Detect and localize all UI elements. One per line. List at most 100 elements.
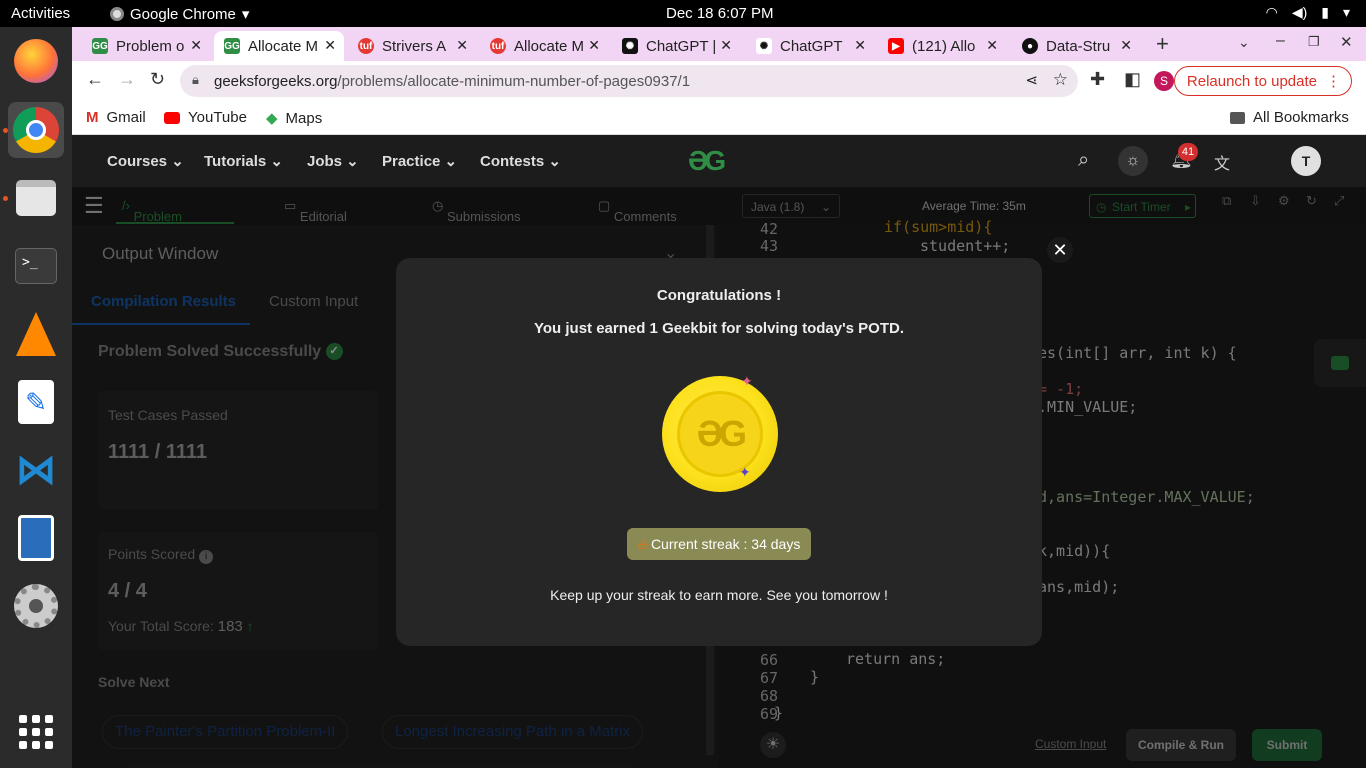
document-viewer-icon[interactable] xyxy=(8,510,64,566)
close-icon[interactable]: ✕ xyxy=(720,37,732,54)
close-icon[interactable]: ✕ xyxy=(986,37,998,54)
close-icon[interactable]: ✕ xyxy=(190,37,202,54)
theme-toggle-icon[interactable]: ☼ xyxy=(1118,146,1148,176)
browser-toolbar: ← → ↻ 🔒︎ geeksforgeeks.org/problems/allo… xyxy=(72,61,1366,101)
battery-icon: ▮ xyxy=(1321,4,1329,20)
window-close-button[interactable]: ✕ xyxy=(1340,33,1353,51)
chrome-icon xyxy=(110,7,124,21)
maps-icon: ◆ xyxy=(266,110,278,127)
nav-courses[interactable]: Courses ⌄ xyxy=(107,152,184,170)
modal-title: Congratulations ! xyxy=(656,287,782,304)
address-bar[interactable]: 🔒︎ geeksforgeeks.org/problems/allocate-m… xyxy=(180,65,1078,97)
gmail-icon: M xyxy=(86,109,99,126)
tab-5[interactable]: ✺ ChatGPT ✕ xyxy=(746,31,874,61)
notification-badge: 41 xyxy=(1178,143,1198,161)
text-editor-icon[interactable]: ✎ xyxy=(8,374,64,430)
clock[interactable]: Dec 18 6:07 PM xyxy=(666,5,774,22)
site-header: Courses ⌄ Tutorials ⌄ Jobs ⌄ Practice ⌄ … xyxy=(72,135,1366,187)
streak-badge: 🔥︎ Current streak : 34 days xyxy=(627,528,811,560)
firefox-icon[interactable] xyxy=(8,33,64,89)
system-top-bar: Activities Google Chrome ▾ Dec 18 6:07 P… xyxy=(0,0,1366,27)
chrome-icon[interactable] xyxy=(8,102,64,158)
all-bookmarks[interactable]: All Bookmarks xyxy=(1230,109,1349,126)
translate-icon[interactable]: 文 xyxy=(1214,150,1230,174)
extensions-icon[interactable]: ✚ xyxy=(1090,69,1105,90)
volume-icon: ◀) xyxy=(1291,4,1308,20)
tab-search-button[interactable]: ⌄ xyxy=(1238,34,1250,51)
nav-practice[interactable]: Practice ⌄ xyxy=(382,152,457,170)
tuf-favicon-icon: tuf xyxy=(358,38,374,54)
close-icon[interactable]: ✕ xyxy=(324,37,336,54)
tab-4[interactable]: ✺ ChatGPT | ✕ xyxy=(612,31,740,61)
search-icon[interactable]: ⌕ xyxy=(1078,149,1089,172)
bookmark-gmail[interactable]: M Gmail xyxy=(86,109,146,126)
system-tray[interactable]: ◠ ◀) ▮ ▾ xyxy=(1266,4,1350,21)
user-avatar[interactable]: T xyxy=(1291,146,1321,176)
chevron-down-icon: ▾ xyxy=(1342,4,1350,20)
side-panel-icon[interactable]: ◧ xyxy=(1124,69,1141,90)
maximize-button[interactable]: ❐ xyxy=(1308,34,1320,50)
sparkle-icon: ✦ xyxy=(739,464,751,480)
new-tab-button[interactable]: + xyxy=(1156,31,1169,57)
reload-icon[interactable]: ↻ xyxy=(150,69,165,90)
url-path: /problems/allocate-minimum-number-of-pag… xyxy=(337,72,691,90)
wifi-icon: ◠ xyxy=(1265,4,1278,20)
tab-6[interactable]: ▶ (121) Allo ✕ xyxy=(878,31,1006,61)
show-apps-icon[interactable] xyxy=(8,704,64,760)
gfg-favicon-icon: GG xyxy=(224,38,240,54)
chevron-down-icon: ▾ xyxy=(241,6,250,23)
tab-0[interactable]: GG Problem o ✕ xyxy=(82,31,210,61)
back-icon[interactable]: ← xyxy=(86,69,104,90)
close-icon[interactable]: ✕ xyxy=(456,37,468,54)
profile-avatar[interactable]: S xyxy=(1154,71,1174,91)
fire-icon: 🔥︎ xyxy=(637,535,648,552)
sparkle-icon: ✦ xyxy=(741,373,753,389)
modal-subtitle: You just earned 1 Geekbit for solving to… xyxy=(533,320,905,337)
youtube-icon xyxy=(164,111,180,124)
terminal-icon[interactable]: >_ xyxy=(8,238,64,294)
tab-2[interactable]: tuf Strivers A ✕ xyxy=(348,31,476,61)
close-icon[interactable]: ✕ xyxy=(854,37,866,54)
files-icon[interactable] xyxy=(8,170,64,226)
gfg-favicon-icon: GG xyxy=(92,38,108,54)
bookmark-maps[interactable]: ◆ Maps xyxy=(266,109,322,128)
vscode-icon[interactable]: ⋈ xyxy=(8,442,64,498)
bookmarks-bar: M Gmail YouTube ◆ Maps All Bookmarks xyxy=(72,101,1366,135)
chatgpt-favicon-icon: ✺ xyxy=(756,38,772,54)
settings-icon[interactable] xyxy=(8,578,64,634)
modal-footer-text: Keep up your streak to earn more. See yo… xyxy=(550,587,888,603)
youtube-favicon-icon: ▶ xyxy=(888,38,904,54)
dock: >_ ✎ ⋈ xyxy=(0,27,72,768)
nav-jobs[interactable]: Jobs ⌄ xyxy=(307,152,359,170)
github-favicon-icon: ● xyxy=(1022,38,1038,54)
geekbit-coin-icon: ƏG xyxy=(662,376,778,492)
potd-modal: Congratulations ! You just earned 1 Geek… xyxy=(396,258,1042,646)
chatgpt-favicon-icon: ✺ xyxy=(622,38,638,54)
bookmark-youtube[interactable]: YouTube xyxy=(164,109,247,126)
app-name: Google Chrome xyxy=(130,5,236,23)
relaunch-label: Relaunch to update xyxy=(1186,72,1317,90)
vlc-icon[interactable] xyxy=(8,306,64,362)
lock-icon: 🔒︎ xyxy=(192,72,199,87)
tuf-favicon-icon: tuf xyxy=(490,38,506,54)
close-icon[interactable]: ✕ xyxy=(588,37,600,54)
relaunch-button[interactable]: Relaunch to update ⋮ xyxy=(1173,66,1352,96)
forward-icon[interactable]: → xyxy=(118,69,136,90)
tab-1[interactable]: GG Allocate M ✕ xyxy=(214,31,344,61)
bookmark-star-icon[interactable]: ☆ xyxy=(1053,70,1068,90)
browser-window: GG Problem o ✕ GG Allocate M ✕ tuf Strivers A… xyxy=(72,27,1366,135)
close-icon[interactable]: ✕ xyxy=(1047,237,1073,263)
close-icon[interactable]: ✕ xyxy=(1120,37,1132,54)
minimize-button[interactable]: – xyxy=(1276,32,1285,50)
activities-button[interactable]: Activities xyxy=(11,5,70,22)
app-menu[interactable]: Google Chrome ▾ xyxy=(110,5,249,23)
url-domain: geeksforgeeks.org xyxy=(214,72,338,90)
nav-tutorials[interactable]: Tutorials ⌄ xyxy=(204,152,283,170)
share-icon[interactable]: ⋖ xyxy=(1025,71,1038,89)
gfg-logo-icon[interactable]: ƏG xyxy=(688,145,726,177)
tab-7[interactable]: ● Data-Stru ✕ xyxy=(1012,31,1140,61)
nav-contests[interactable]: Contests ⌄ xyxy=(480,152,561,170)
tab-3[interactable]: tuf Allocate M ✕ xyxy=(480,31,608,61)
kebab-menu-icon[interactable]: ⋮ xyxy=(1326,72,1341,90)
folder-icon xyxy=(1230,111,1245,124)
